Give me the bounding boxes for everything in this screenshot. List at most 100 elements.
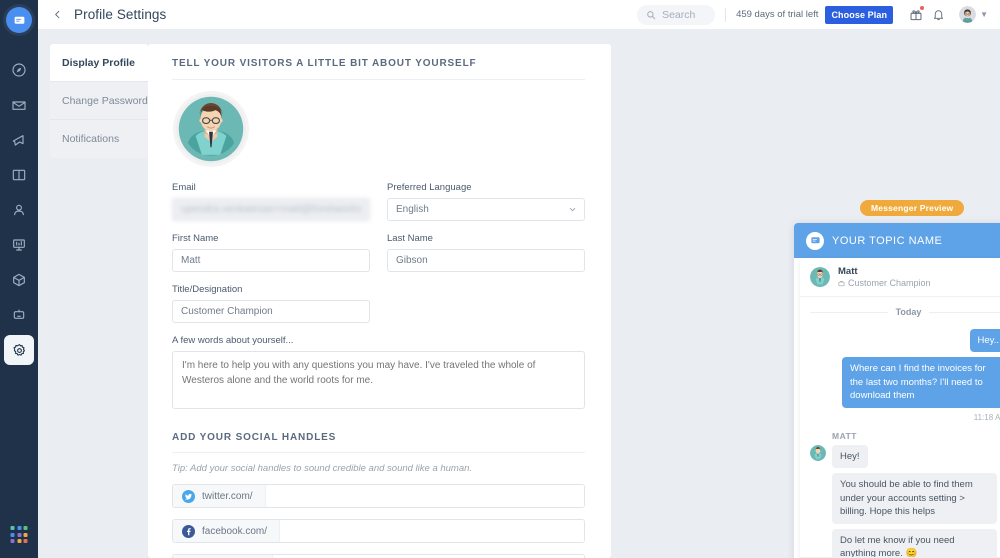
sidebar-item-reports[interactable] (4, 230, 34, 260)
top-header-bar: Profile Settings Search 459 days of tria… (38, 0, 1000, 29)
trial-status-text: 459 days of trial left (736, 9, 819, 20)
settings-nav-label: Notifications (62, 133, 120, 145)
chat-bubble-icon (806, 231, 824, 250)
agent-avatar (810, 267, 830, 287)
sidebar-item-campaigns[interactable] (4, 125, 34, 155)
gift-icon[interactable] (905, 4, 927, 26)
sidebar-item-knowledge-base[interactable] (4, 160, 34, 190)
messenger-agent-meta: Matt Customer Champion (838, 266, 931, 288)
facebook-prefix-text: facebook.com/ (202, 525, 268, 537)
row-title: Title/Designation (172, 284, 585, 323)
messenger-message-list: Today Hey.. Where can I find the invoice… (800, 297, 1000, 557)
app-root: Profile Settings Search 459 days of tria… (0, 0, 1000, 558)
message-row: Hey.. (810, 329, 1000, 353)
last-name-label: Last Name (387, 233, 433, 244)
main-column: Profile Settings Search 459 days of tria… (38, 0, 1000, 558)
agent-name: Matt (838, 266, 858, 277)
freshchat-logo-icon[interactable] (6, 7, 32, 33)
search-placeholder: Search (662, 8, 696, 21)
user-avatar[interactable] (959, 6, 977, 23)
preferred-language-select[interactable] (387, 198, 585, 221)
header-divider (725, 7, 727, 22)
message-bubble-outgoing: Hey.. (969, 329, 1000, 353)
email-field[interactable] (172, 198, 370, 221)
chevron-down-icon[interactable]: ▼ (980, 10, 988, 19)
settings-nav-item-notifications[interactable]: Notifications (50, 120, 148, 158)
settings-nav-item-display-profile[interactable]: Display Profile (50, 44, 148, 82)
bell-icon[interactable] (927, 4, 949, 26)
message-bubble-incoming: Hey! (832, 444, 868, 469)
agent-sender-label: MATT (832, 430, 857, 441)
email-label: Email (172, 182, 196, 193)
facebook-handle-input[interactable] (280, 520, 584, 542)
row-email-language: Email Preferred Language (172, 182, 585, 221)
messenger-agent-header: Matt Customer Champion (800, 258, 1000, 297)
settings-nav-label: Change Password (62, 94, 148, 107)
settings-nav-item-change-password[interactable]: Change Password (50, 82, 148, 120)
sidebar-item-integrations[interactable] (4, 265, 34, 295)
day-divider-label: Today (895, 307, 922, 317)
bio-textarea[interactable] (172, 351, 585, 409)
sidebar-item-settings[interactable] (4, 335, 34, 365)
choose-plan-button[interactable]: Choose Plan (825, 5, 894, 24)
profile-section-title: TELL YOUR VISITORS A LITTLE BIT ABOUT YO… (172, 58, 585, 80)
field-first-name: First Name (172, 233, 370, 272)
messenger-header: YOUR TOPIC NAME (794, 223, 1000, 258)
sidebar-item-bots[interactable] (4, 300, 34, 330)
twitter-prefix: twitter.com/ (173, 485, 266, 507)
notification-dot (920, 5, 925, 10)
twitter-handle-input[interactable] (265, 485, 584, 507)
messenger-topic-title: YOUR TOPIC NAME (832, 234, 943, 247)
message-timestamp: 11:18 AM (973, 412, 1000, 422)
content-area: Display Profile Change Password Notifica… (38, 29, 1000, 558)
social-tip-text: Tip: Add your social handles to sound cr… (172, 463, 473, 474)
twitter-icon (182, 489, 195, 503)
title-designation-field[interactable] (172, 300, 370, 323)
search-icon (646, 10, 656, 20)
agent-role-text: Customer Champion (848, 278, 931, 288)
social-row-linkedin: linkedin.com/ (172, 554, 585, 558)
first-name-label: First Name (172, 233, 219, 244)
agent-avatar (810, 444, 826, 461)
twitter-prefix-text: twitter.com/ (202, 490, 253, 502)
sidebar-item-contacts[interactable] (4, 195, 34, 225)
sidebar-item-dashboard[interactable] (4, 55, 34, 85)
first-name-field[interactable] (172, 249, 370, 272)
row-title-spacer (387, 284, 585, 323)
messenger-preview-panel: YOUR TOPIC NAME Matt Customer Champion T… (794, 223, 1000, 558)
chevron-left-icon[interactable] (52, 9, 66, 20)
left-nav-rail (0, 0, 38, 558)
facebook-icon (182, 524, 195, 538)
settings-nav: Display Profile Change Password Notifica… (38, 29, 148, 558)
rail-items (4, 55, 34, 370)
social-section-title: ADD YOUR SOCIAL HANDLES (172, 432, 585, 453)
message-bubble-incoming: Do let me know if you need anything more… (832, 528, 997, 557)
message-row: Hey! (810, 444, 1000, 469)
facebook-prefix: facebook.com/ (173, 520, 281, 542)
message-row: Do let me know if you need anything more… (832, 528, 1000, 557)
field-last-name: Last Name (387, 233, 585, 272)
messenger-preview-badge[interactable]: Messenger Preview (860, 200, 965, 216)
profile-form-card: TELL YOUR VISITORS A LITTLE BIT ABOUT YO… (148, 44, 611, 558)
header-actions: Search 459 days of trial left Choose Pla… (637, 4, 988, 26)
last-name-field[interactable] (387, 249, 585, 272)
field-title: Title/Designation (172, 284, 370, 323)
profile-avatar[interactable] (176, 94, 246, 164)
app-switcher-grid-icon[interactable] (10, 526, 28, 543)
social-row-facebook: facebook.com/ (172, 519, 585, 543)
title-label: Title/Designation (172, 284, 243, 295)
message-bubble-outgoing: Where can I find the invoices for the la… (842, 357, 1000, 408)
sidebar-item-inbox[interactable] (4, 90, 34, 120)
social-row-twitter: twitter.com/ (172, 484, 585, 508)
agent-role: Customer Champion (838, 278, 931, 288)
briefcase-icon (838, 280, 845, 287)
search-input[interactable]: Search (637, 4, 716, 25)
field-bio: A few words about yourself... (172, 335, 585, 412)
row-names: First Name Last Name (172, 233, 585, 272)
message-row: You should be able to find them under yo… (832, 473, 1000, 524)
day-divider: Today (810, 307, 1000, 317)
field-language: Preferred Language (387, 182, 585, 221)
settings-nav-label: Display Profile (62, 56, 135, 69)
field-email: Email (172, 182, 370, 221)
messenger-conversation-card: Matt Customer Champion Today Hey.. Where… (800, 258, 1000, 558)
